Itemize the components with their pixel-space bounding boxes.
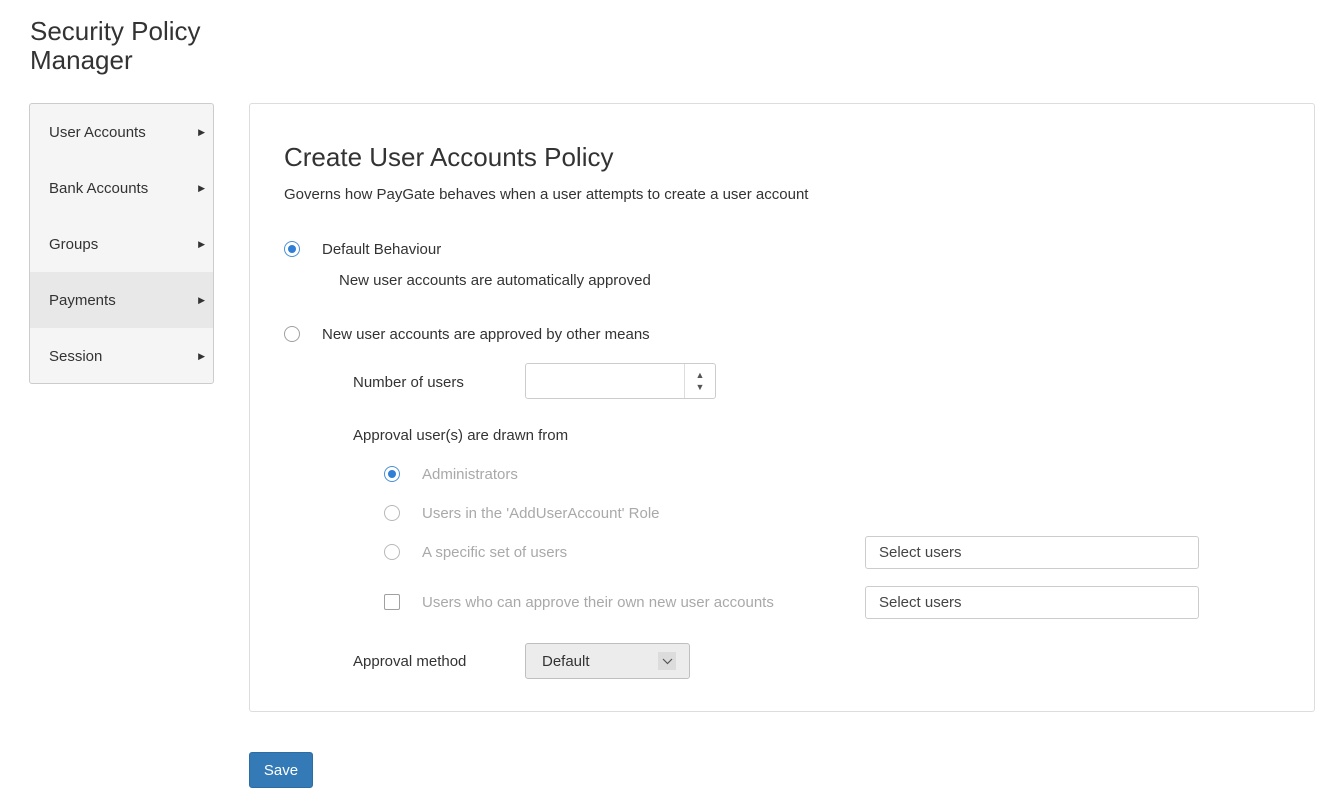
sidebar-item-label: Payments bbox=[49, 291, 116, 309]
role-users-label[interactable]: Users in the 'AddUserAccount' Role bbox=[422, 505, 660, 522]
sidebar-item-user-accounts[interactable]: User Accounts ▶ bbox=[30, 104, 213, 160]
caret-right-icon: ▶ bbox=[198, 238, 205, 249]
sidebar-item-label: User Accounts bbox=[49, 123, 146, 141]
app-title: Security Policy Manager bbox=[30, 16, 201, 75]
approval-method-dropdown[interactable]: Default bbox=[525, 643, 690, 679]
caret-right-icon: ▶ bbox=[198, 126, 205, 137]
caret-right-icon: ▶ bbox=[198, 350, 205, 361]
sidebar-item-label: Groups bbox=[49, 235, 99, 253]
number-spinner[interactable]: ▲ ▼ bbox=[684, 364, 715, 398]
sidebar-item-session[interactable]: Session ▶ bbox=[30, 328, 213, 383]
self-approval-users-select[interactable] bbox=[865, 586, 1199, 619]
policy-description: Governs how PayGate behaves when a user … bbox=[284, 186, 809, 203]
number-of-users-stepper: ▲ ▼ bbox=[525, 363, 716, 399]
save-button[interactable]: Save bbox=[249, 752, 313, 788]
administrators-radio[interactable] bbox=[384, 466, 400, 482]
policy-panel: Create User Accounts Policy Governs how … bbox=[249, 103, 1315, 712]
default-behaviour-note: New user accounts are automatically appr… bbox=[339, 272, 651, 289]
number-of-users-label: Number of users bbox=[353, 374, 464, 391]
policy-title: Create User Accounts Policy bbox=[284, 142, 614, 172]
other-means-radio[interactable] bbox=[284, 326, 300, 342]
sidebar-item-payments[interactable]: Payments ▶ bbox=[30, 272, 213, 328]
arrow-up-icon[interactable]: ▲ bbox=[696, 369, 705, 381]
caret-right-icon: ▶ bbox=[198, 294, 205, 305]
specific-users-radio[interactable] bbox=[384, 544, 400, 560]
self-approval-label[interactable]: Users who can approve their own new user… bbox=[422, 594, 774, 611]
arrow-down-icon[interactable]: ▼ bbox=[696, 381, 705, 393]
number-of-users-input[interactable] bbox=[526, 364, 684, 398]
self-approval-checkbox[interactable] bbox=[384, 594, 400, 610]
role-users-radio[interactable] bbox=[384, 505, 400, 521]
sidebar-item-label: Session bbox=[49, 347, 103, 365]
specific-users-label[interactable]: A specific set of users bbox=[422, 544, 567, 561]
sidebar-item-groups[interactable]: Groups ▶ bbox=[30, 216, 213, 272]
chevron-down-icon bbox=[658, 652, 676, 670]
caret-right-icon: ▶ bbox=[198, 182, 205, 193]
approval-method-value: Default bbox=[542, 652, 590, 670]
sidebar-nav: User Accounts ▶ Bank Accounts ▶ Groups ▶… bbox=[29, 103, 214, 384]
approval-source-label: Approval user(s) are drawn from bbox=[353, 427, 569, 444]
administrators-label[interactable]: Administrators bbox=[422, 466, 518, 483]
approval-method-label: Approval method bbox=[353, 653, 467, 670]
default-behaviour-label[interactable]: Default Behaviour bbox=[322, 241, 441, 258]
sidebar-item-bank-accounts[interactable]: Bank Accounts ▶ bbox=[30, 160, 213, 216]
sidebar-item-label: Bank Accounts bbox=[49, 179, 149, 197]
other-means-label[interactable]: New user accounts are approved by other … bbox=[322, 326, 650, 343]
specific-users-select[interactable] bbox=[865, 536, 1199, 569]
default-behaviour-radio[interactable] bbox=[284, 241, 300, 257]
